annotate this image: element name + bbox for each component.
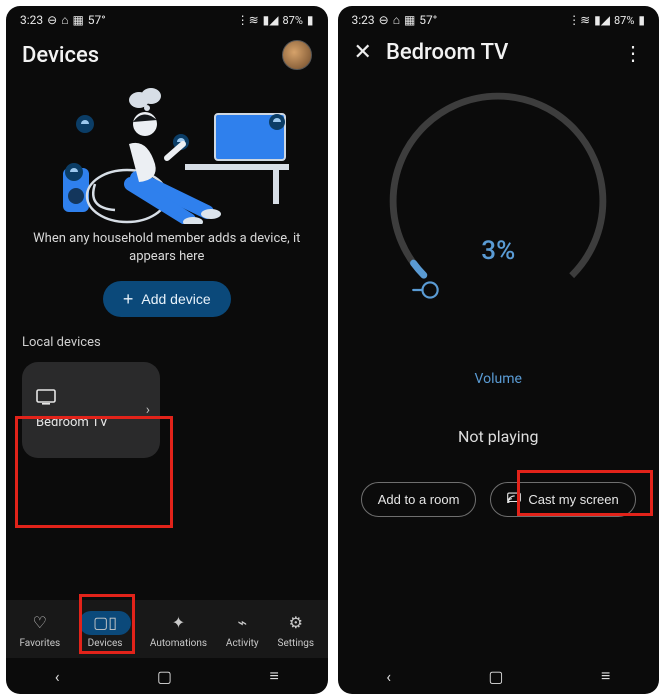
device-card-bedroom-tv[interactable]: Bedroom TV ›	[22, 362, 160, 458]
bottom-nav: ♡ Favorites ▢▯ Devices ✦ Automations ⌁ A…	[6, 600, 328, 658]
volume-label: Volume	[475, 371, 522, 387]
android-system-nav: ‹ ▢ ≡	[6, 658, 328, 694]
activity-icon: ⌁	[237, 613, 247, 632]
not-playing-label: Not playing	[458, 427, 538, 446]
status-signal-icon: ▮◢	[594, 13, 610, 27]
status-temp: 57°	[88, 13, 106, 27]
close-icon[interactable]: ✕	[354, 40, 372, 65]
volume-percent: 3%	[481, 236, 515, 266]
devices-header: Devices	[6, 34, 328, 80]
nav-settings[interactable]: ⚙ Settings	[272, 608, 321, 652]
gear-icon: ⚙	[289, 613, 303, 632]
nav-devices[interactable]: ▢▯ Devices	[73, 608, 137, 652]
status-home-icon: ⌂	[393, 13, 400, 27]
recents-icon[interactable]: ≡	[601, 666, 610, 686]
nav-favorites-label: Favorites	[19, 638, 60, 649]
status-bar: 3:23 ⊖ ⌂ ▦ 57° ⋮≋ ▮◢ 87% ▮	[6, 6, 328, 34]
nav-activity[interactable]: ⌁ Activity	[220, 608, 265, 652]
page-title: Devices	[22, 43, 99, 68]
android-system-nav: ‹ ▢ ≡	[338, 658, 660, 694]
add-to-room-label: Add to a room	[378, 492, 460, 507]
status-dnd-icon: ⊖	[379, 13, 389, 27]
sparkle-icon: ✦	[172, 613, 185, 632]
status-battery: 87%	[282, 14, 302, 27]
back-icon[interactable]: ‹	[55, 667, 60, 686]
volume-ring[interactable]: 3%	[384, 87, 612, 315]
status-temp: 57°	[419, 13, 437, 27]
chevron-right-icon: ›	[146, 402, 150, 418]
volume-control-area: 3% Volume Not playing Add to a room Cast…	[338, 75, 660, 658]
status-bar: 3:23 ⊖ ⌂ ▦ 57° ⋮≋ ▮◢ 87% ▮	[338, 6, 660, 34]
status-dnd-icon: ⊖	[47, 13, 57, 27]
status-weather-icon: ▦	[404, 13, 415, 27]
avatar[interactable]	[282, 40, 312, 70]
back-icon[interactable]: ‹	[386, 667, 391, 686]
add-device-button[interactable]: + Add device	[103, 281, 231, 317]
status-home-icon: ⌂	[61, 13, 68, 27]
status-wifi-icon: ⋮≋	[237, 13, 259, 27]
devices-icon: ▢▯	[93, 613, 117, 632]
nav-devices-label: Devices	[88, 638, 123, 649]
devices-illustration	[37, 84, 297, 224]
more-icon[interactable]: ⋮	[623, 41, 643, 65]
status-time: 3:23	[20, 13, 43, 27]
nav-automations-label: Automations	[150, 638, 207, 649]
heart-icon: ♡	[33, 613, 47, 632]
home-icon[interactable]: ▢	[157, 667, 172, 686]
add-to-room-button[interactable]: Add to a room	[361, 482, 477, 517]
tv-icon	[36, 389, 160, 409]
status-wifi-icon: ⋮≋	[568, 13, 590, 27]
nav-activity-label: Activity	[226, 638, 259, 649]
local-devices-label: Local devices	[6, 329, 328, 358]
cast-label: Cast my screen	[528, 492, 618, 507]
action-buttons: Add to a room Cast my screen	[361, 482, 636, 517]
phone-device-detail-screen: 3:23 ⊖ ⌂ ▦ 57° ⋮≋ ▮◢ 87% ▮ ✕ Bedroom TV …	[338, 6, 660, 694]
status-battery: 87%	[614, 14, 634, 27]
status-time: 3:23	[352, 13, 375, 27]
device-card-label: Bedroom TV	[36, 415, 160, 431]
nav-automations[interactable]: ✦ Automations	[144, 608, 213, 652]
home-icon[interactable]: ▢	[488, 667, 503, 686]
nav-favorites[interactable]: ♡ Favorites	[13, 608, 66, 652]
nav-settings-label: Settings	[278, 638, 315, 649]
phone-devices-screen: 3:23 ⊖ ⌂ ▦ 57° ⋮≋ ▮◢ 87% ▮ Devices	[6, 6, 328, 694]
status-weather-icon: ▦	[72, 13, 83, 27]
status-battery-icon: ▮	[638, 13, 645, 27]
cast-my-screen-button[interactable]: Cast my screen	[490, 482, 635, 517]
cast-icon	[507, 492, 521, 507]
add-device-label: Add device	[141, 291, 210, 307]
devices-empty-hint: When any household member adds a device,…	[6, 230, 328, 265]
status-signal-icon: ▮◢	[263, 13, 279, 27]
magnifier-icon	[414, 277, 440, 307]
recents-icon[interactable]: ≡	[269, 666, 278, 686]
status-battery-icon: ▮	[307, 13, 314, 27]
